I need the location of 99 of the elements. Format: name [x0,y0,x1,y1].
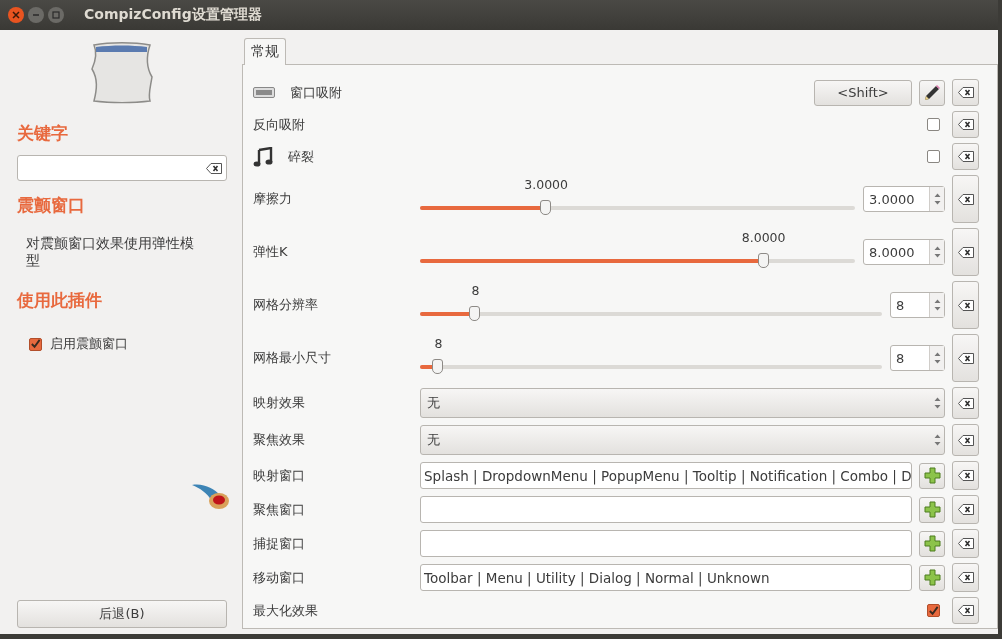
add-button[interactable] [919,530,945,557]
search-field[interactable] [17,155,227,181]
keyboard-icon [253,87,275,98]
clear-icon [957,151,974,162]
clear-icon [957,470,974,481]
reset-button[interactable] [952,461,979,490]
setting-label: 聚焦窗口 [253,500,305,519]
checkbox[interactable] [927,150,940,163]
setting-label: 反向吸附 [253,115,305,134]
plugin-description: 对震颤窗口效果使用弹性模型 [26,235,195,269]
checkbox[interactable] [29,337,42,351]
text-field[interactable] [420,496,912,523]
setting-label: 最大化效果 [253,601,318,620]
text-field[interactable]: Toolbar | Menu | Utility | Dialog | Normal | Unknown [420,564,912,591]
setting-label: 弹性K [253,243,288,261]
window-title: CompizConfig设置管理器 [84,6,262,24]
setting-label: 映射效果 [253,394,305,412]
dropdown[interactable]: 无 [420,388,945,418]
reset-button[interactable] [952,79,979,106]
pencil-icon [923,83,941,102]
plus-icon [923,501,941,518]
setting-label: 映射窗口 [253,466,305,485]
setting-label: 碎裂 [288,147,314,166]
setting-label: 网格分辨率 [253,296,318,314]
spin-arrows-icon [933,192,941,206]
checkbox-label: 启用震颤窗口 [50,335,128,353]
clear-icon [957,434,974,446]
slider-handle[interactable] [469,306,481,321]
close-icon [12,11,20,19]
clear-icon [957,87,974,98]
clear-icon [206,162,222,174]
clear-icon [957,352,974,364]
setting-label: 窗口吸附 [290,83,342,102]
spin-box[interactable]: 8 [890,345,945,371]
slider-handle[interactable] [432,359,444,374]
spin-arrows-icon [933,351,941,365]
add-button[interactable] [919,496,945,523]
checkbox[interactable] [927,118,940,131]
slider-handle[interactable] [757,253,769,268]
tab[interactable]: 常规 [244,38,286,65]
spin-arrows-icon [933,298,941,312]
maximize-icon [52,11,60,19]
clear-icon [957,504,974,515]
setting-label: 网格最小尺寸 [253,349,331,367]
text-field[interactable]: Splash | DropdownMenu | PopupMenu | Tooltip | Notification | Combo | D [420,462,912,489]
reset-button[interactable] [952,334,979,382]
reset-button[interactable] [952,387,979,419]
reset-button[interactable] [952,529,979,558]
setting-label: 摩擦力 [253,190,292,208]
plus-icon [923,467,941,484]
music-note-icon [253,146,273,167]
setting-label: 捕捉窗口 [253,534,305,553]
window-icon [90,42,154,104]
slider-value: 8 [434,336,443,351]
shortcut-button[interactable]: <Shift> [814,79,912,106]
section-heading: 使用此插件 [17,289,103,312]
spin-arrows-icon [933,433,941,447]
reset-button[interactable] [952,228,979,276]
reset-button[interactable] [952,143,979,170]
add-button[interactable] [919,462,945,489]
clear-icon [957,572,974,583]
spin-box[interactable]: 8 [890,292,945,318]
minimize-icon [32,11,40,19]
close-button[interactable] [8,7,24,23]
spin-arrows-icon [933,396,941,410]
reset-button[interactable] [952,111,979,138]
slider-handle[interactable] [540,200,552,215]
clear-icon [957,397,974,409]
clear-icon [957,246,974,258]
plus-icon [923,535,941,552]
reset-button[interactable] [952,281,979,329]
clear-icon [957,299,974,311]
reset-button[interactable] [952,424,979,456]
back-button[interactable]: 后退(B) [17,600,227,628]
spin-box[interactable]: 3.0000 [863,186,945,212]
plugin-title: 震颤窗口 [17,194,86,217]
slider-value: 8.0000 [741,230,786,245]
plugin-icon [192,483,230,511]
reset-button[interactable] [952,495,979,524]
slider-value: 3.0000 [524,177,568,192]
clear-icon [957,538,974,549]
reset-button[interactable] [952,175,979,223]
clear-icon [957,605,974,616]
clear-icon [957,119,974,130]
spin-box[interactable]: 8.0000 [863,239,945,265]
section-heading: 关键字 [17,122,69,145]
clear-icon [957,193,974,205]
text-field[interactable] [420,530,912,557]
setting-label: 移动窗口 [253,568,305,587]
reset-button[interactable] [952,597,979,624]
dropdown[interactable]: 无 [420,425,945,455]
reset-button[interactable] [952,563,979,592]
edit-button[interactable] [919,79,945,106]
add-button[interactable] [919,564,945,591]
spin-arrows-icon [933,245,941,259]
setting-label: 聚焦效果 [253,431,305,449]
checkbox[interactable] [927,604,940,617]
plus-icon [923,569,941,586]
slider-value: 8 [471,283,480,298]
